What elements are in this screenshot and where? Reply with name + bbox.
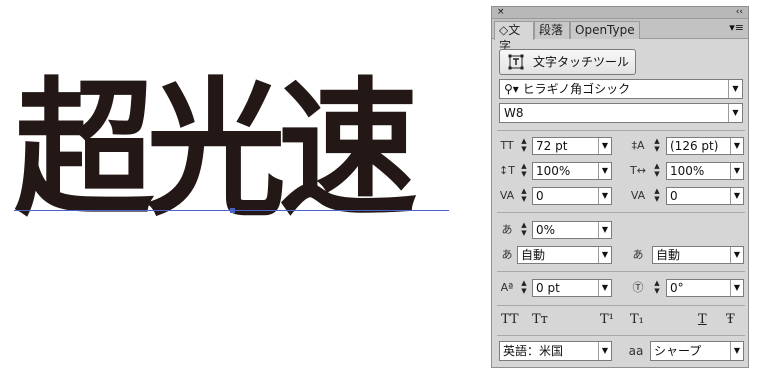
chevron-down-icon[interactable]: ▼ — [598, 280, 611, 296]
close-icon[interactable]: × — [497, 7, 505, 18]
font-family-value: ヒラギノ角ゴシック — [522, 82, 631, 96]
tsume-icon: あ — [501, 223, 513, 236]
chevron-down-icon: ▼ — [728, 104, 742, 122]
aki-left-value: 自動 — [521, 248, 546, 262]
panel-menu-icon[interactable]: ▾≡ — [729, 21, 744, 34]
touch-type-icon — [508, 54, 524, 70]
divider — [497, 212, 745, 213]
collapse-icon[interactable]: ‹‹ — [736, 7, 743, 18]
sample-text[interactable]: 超光速 — [14, 71, 418, 231]
baseline-shift-value: 0 pt — [536, 281, 560, 295]
font-size-stepper[interactable]: ▲ ▼ — [517, 137, 531, 155]
document-canvas[interactable]: 超光速 — [0, 0, 490, 374]
chevron-down-icon[interactable]: ▼ — [730, 188, 743, 204]
chevron-down-icon[interactable]: ▼ — [730, 247, 743, 263]
font-family-select[interactable]: ⚲▾ ヒラギノ角ゴシック ▼ — [499, 79, 743, 99]
language-value: 英語：米国 — [503, 344, 564, 358]
subscript-button[interactable]: T₁ — [630, 312, 644, 327]
baseline-shift-stepper[interactable]: ▲ ▼ — [517, 279, 531, 297]
search-icon: ⚲▾ — [504, 82, 519, 96]
font-size-field[interactable]: 72 pt ▼ — [532, 137, 612, 155]
superscript-button[interactable]: T¹ — [600, 312, 614, 327]
horizontal-scale-stepper[interactable]: ▲ ▼ — [650, 162, 664, 180]
touch-type-tool-button[interactable]: 文字タッチツール — [499, 49, 636, 75]
antialias-select[interactable]: シャープ ▼ — [650, 341, 744, 361]
character-panel: × ‹‹ ◇文字 段落 OpenType ▾≡ 文字タッチツール ⚲▾ ヒラギノ… — [491, 6, 749, 368]
antialias-value: シャープ — [654, 344, 702, 358]
panel-titlebar[interactable]: × ‹‹ — [492, 7, 748, 19]
divider — [497, 130, 745, 131]
tracking-stepper[interactable]: ▲ ▼ — [650, 187, 664, 205]
aki-right-select[interactable]: 自動 ▼ — [652, 246, 744, 264]
underline-button[interactable]: T — [698, 312, 707, 327]
all-caps-button[interactable]: TT — [501, 312, 519, 327]
aki-left-select[interactable]: 自動 ▼ — [517, 246, 612, 264]
kerning-value: 0 — [536, 189, 544, 203]
rotation-icon: Ⓣ — [632, 281, 644, 294]
chevron-down-icon[interactable]: ▼ — [598, 188, 611, 204]
chevron-down-icon[interactable]: ▼ — [598, 222, 611, 238]
horizontal-scale-field[interactable]: 100% ▼ — [666, 162, 744, 180]
tsume-value: 0% — [536, 223, 556, 237]
antialias-icon: aa — [628, 344, 644, 358]
font-size-value: 72 pt — [536, 139, 568, 153]
vertical-scale-icon: ↕T — [499, 164, 515, 177]
font-weight-select[interactable]: W8 ▼ — [499, 103, 743, 123]
chevron-down-icon[interactable]: ▼ — [598, 138, 611, 154]
divider — [497, 335, 745, 336]
vertical-scale-field[interactable]: 100% ▼ — [532, 162, 612, 180]
leading-field[interactable]: (126 pt) ▼ — [666, 137, 744, 155]
horizontal-scale-icon: T↔ — [630, 164, 646, 177]
leading-value: (126 pt) — [670, 139, 719, 153]
chevron-down-icon: ▼ — [728, 80, 742, 98]
tab-opentype[interactable]: OpenType — [570, 21, 640, 39]
tracking-value: 0 — [670, 189, 678, 203]
leading-stepper[interactable]: ▲ ▼ — [650, 137, 664, 155]
baseline-anchor-point[interactable] — [230, 208, 235, 213]
tab-character[interactable]: ◇文字 — [494, 21, 534, 53]
aki-right-icon: あ — [632, 248, 644, 261]
divider — [497, 305, 745, 306]
horizontal-scale-value: 100% — [670, 164, 705, 178]
kerning-field[interactable]: 0 ▼ — [532, 187, 612, 205]
tab-paragraph[interactable]: 段落 — [534, 21, 570, 39]
language-select[interactable]: 英語：米国 ▼ — [499, 341, 612, 361]
rotation-field[interactable]: 0° ▼ — [666, 279, 744, 297]
font-weight-value: W8 — [504, 106, 524, 120]
chevron-down-icon[interactable]: ▼ — [730, 342, 743, 360]
tracking-field[interactable]: 0 ▼ — [666, 187, 744, 205]
chevron-down-icon[interactable]: ▼ — [598, 342, 611, 360]
tsume-field[interactable]: 0% ▼ — [532, 221, 612, 239]
leading-icon: ‡A — [631, 139, 645, 152]
small-caps-button[interactable]: Tт — [532, 312, 548, 327]
chevron-down-icon[interactable]: ▼ — [730, 163, 743, 179]
panel-tabs: ◇文字 段落 OpenType ▾≡ — [492, 19, 748, 53]
rotation-value: 0° — [670, 281, 684, 295]
rotation-stepper[interactable]: ▲ ▼ — [650, 279, 664, 297]
vertical-scale-value: 100% — [536, 164, 571, 178]
kerning-icon: VA — [499, 189, 515, 202]
divider — [497, 271, 745, 272]
vertical-scale-stepper[interactable]: ▲ ▼ — [517, 162, 531, 180]
chevron-down-icon[interactable]: ▼ — [730, 280, 743, 296]
chevron-down-icon[interactable]: ▼ — [598, 247, 611, 263]
tsume-stepper[interactable]: ▲ ▼ — [517, 221, 531, 239]
baseline-shift-field[interactable]: 0 pt ▼ — [532, 279, 612, 297]
aki-right-value: 自動 — [656, 248, 681, 262]
chevron-down-icon[interactable]: ▼ — [730, 138, 743, 154]
kerning-stepper[interactable]: ▲ ▼ — [517, 187, 531, 205]
baseline-shift-icon: Aª — [500, 281, 514, 294]
touch-type-label: 文字タッチツール — [533, 55, 630, 69]
tracking-icon: VA — [630, 189, 646, 202]
chevron-down-icon[interactable]: ▼ — [598, 163, 611, 179]
font-size-icon: TT — [500, 139, 514, 152]
aki-left-icon: あ — [501, 248, 513, 261]
strikethrough-button[interactable]: Ŧ — [726, 312, 735, 327]
